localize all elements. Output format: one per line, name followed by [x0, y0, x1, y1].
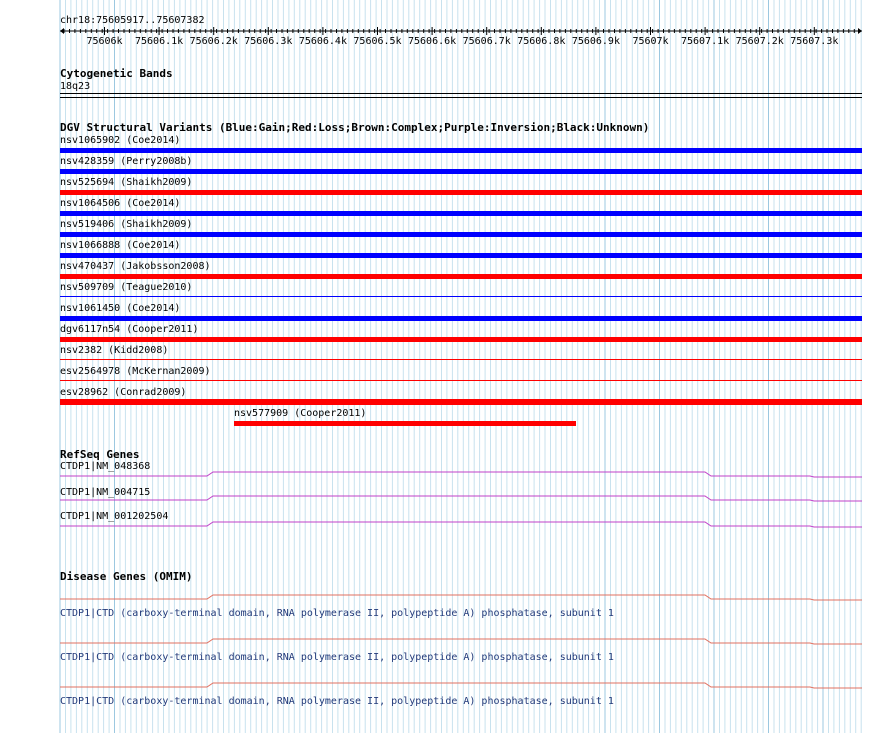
- omim-gene-model[interactable]: [60, 638, 862, 645]
- omim-gene-model[interactable]: [60, 594, 862, 601]
- omim-gene-model[interactable]: [60, 682, 862, 689]
- omim-gene-models[interactable]: [0, 0, 890, 733]
- omim-gene-link[interactable]: CTDP1|CTD (carboxy-terminal domain, RNA …: [60, 696, 614, 707]
- omim-gene-link[interactable]: CTDP1|CTD (carboxy-terminal domain, RNA …: [60, 608, 614, 619]
- omim-gene-link[interactable]: CTDP1|CTD (carboxy-terminal domain, RNA …: [60, 652, 614, 663]
